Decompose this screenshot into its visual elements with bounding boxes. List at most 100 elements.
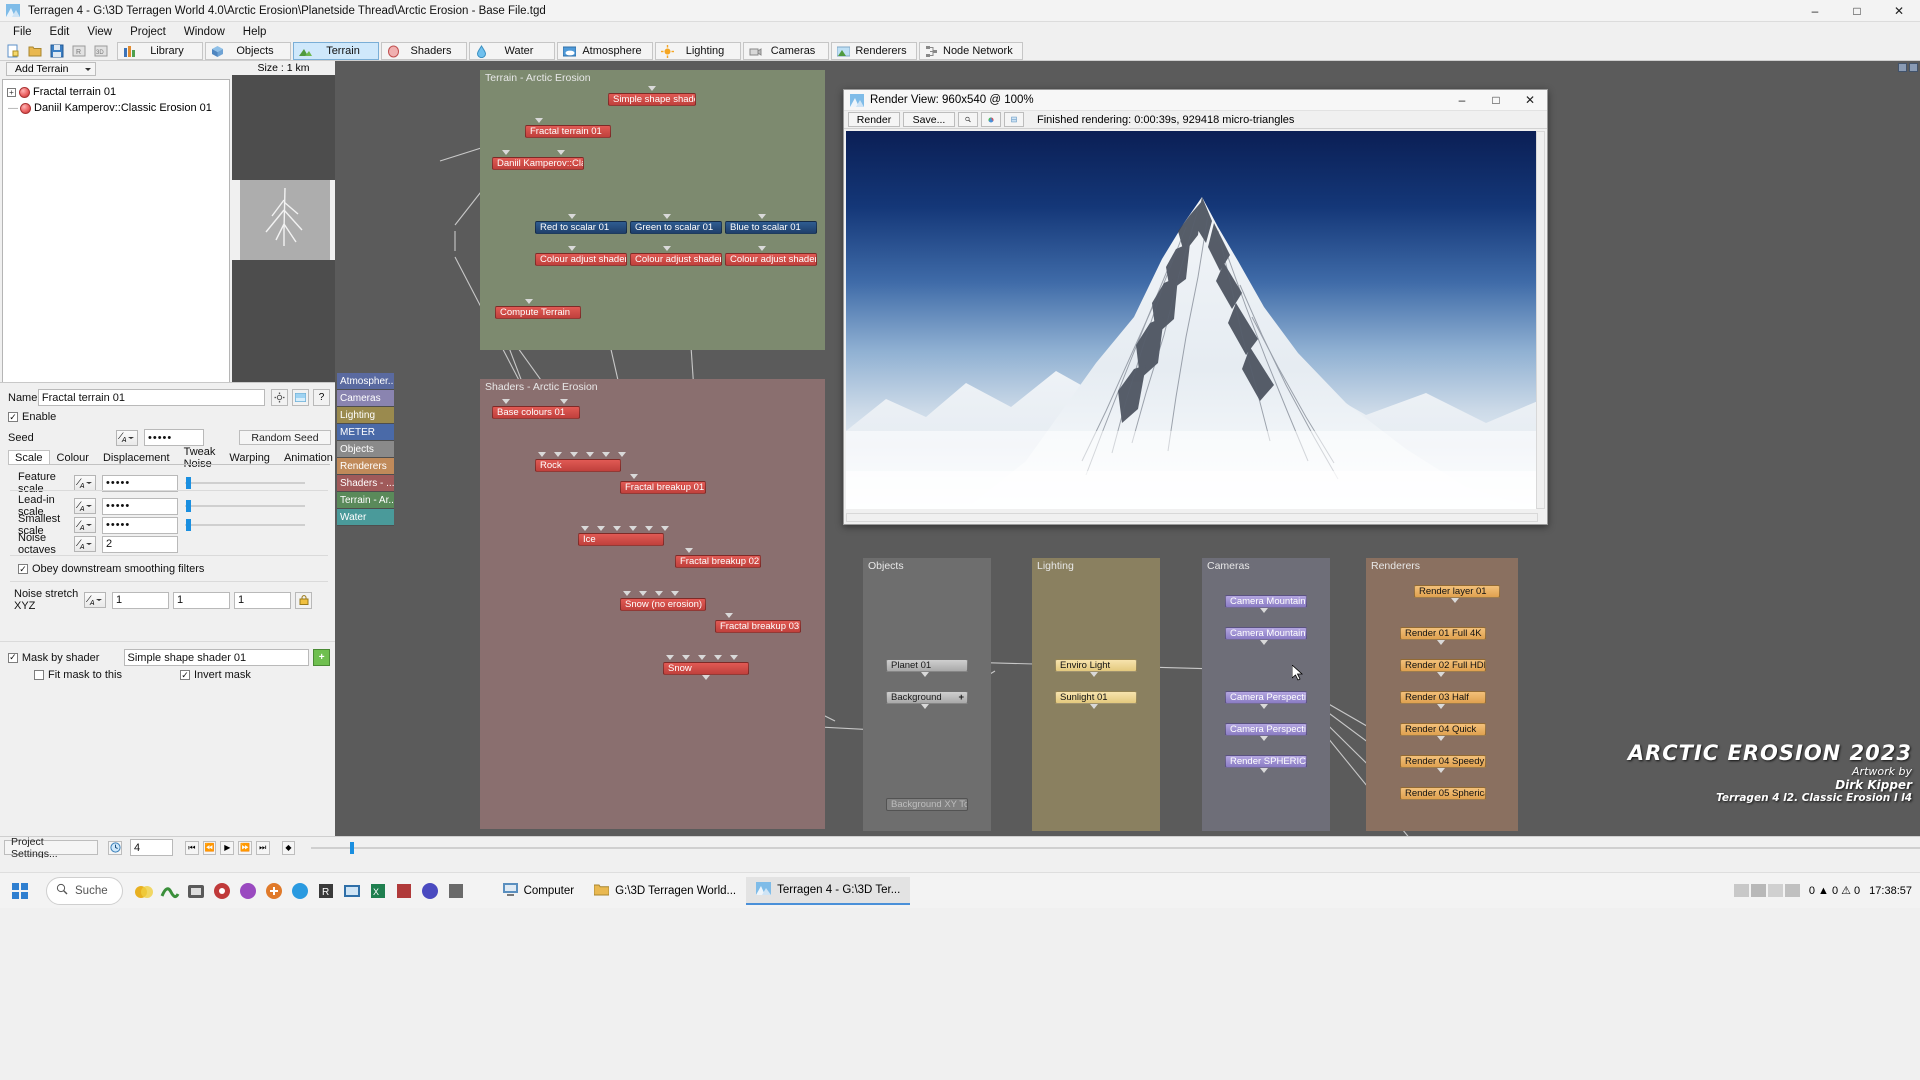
name-input[interactable]: Fractal terrain 01 — [37, 389, 266, 406]
smallest-scale-function-button[interactable]: ⁄A — [74, 517, 96, 533]
mask-by-shader-checkbox[interactable]: ✓ — [8, 652, 18, 663]
node-ice[interactable]: Ice — [578, 533, 664, 546]
smallest-scale-input[interactable]: ••••• — [102, 516, 178, 534]
toolbar-tab-lighting[interactable]: Lighting — [655, 42, 741, 60]
preview-icon[interactable] — [292, 389, 310, 406]
node-render-layer-01[interactable]: Render layer 01 — [1414, 585, 1500, 598]
node-render-03-half[interactable]: Render 03 Half — [1400, 691, 1486, 704]
bookmark-water[interactable]: Water — [337, 509, 394, 526]
app-icon-13[interactable] — [445, 880, 467, 902]
random-seed-button[interactable]: Random Seed — [239, 430, 331, 445]
gear-icon[interactable] — [271, 389, 289, 406]
app-icon-3[interactable] — [185, 880, 207, 902]
save-disk-icon[interactable] — [46, 42, 68, 60]
app-icon-2[interactable] — [159, 880, 181, 902]
bookmark-terrain[interactable]: Terrain - Ar... — [337, 492, 394, 509]
node-rock[interactable]: Rock — [535, 459, 621, 472]
app-icon-9[interactable] — [341, 880, 363, 902]
lead-in-scale-function-button[interactable]: ⁄A — [74, 498, 96, 514]
taskbar-window-explorer[interactable]: G:\3D Terragen World... — [584, 877, 746, 905]
smallest-scale-slider[interactable] — [185, 519, 305, 531]
toolbar-tab-terrain[interactable]: Terrain — [293, 42, 379, 60]
noise-stretch-x-input[interactable]: 1 — [112, 591, 169, 609]
maximize-pane-icon[interactable] — [1898, 63, 1907, 72]
seed-input[interactable]: ••••• — [144, 429, 204, 446]
maximize-button[interactable]: □ — [1836, 0, 1878, 22]
node-fractal-breakup-01[interactable]: Fractal breakup 01 — [620, 481, 706, 494]
noise-stretch-function-button[interactable]: ⁄A — [84, 592, 106, 608]
seed-function-button[interactable]: ⁄A — [116, 429, 138, 446]
app-icon-11[interactable] — [393, 880, 415, 902]
render-view-horizontal-scrollbar[interactable] — [846, 513, 1538, 522]
node-group-lighting[interactable]: Lighting Enviro Light Sunlight 01 — [1032, 558, 1160, 831]
last-frame-icon[interactable]: ⏭ — [255, 840, 270, 855]
tab-animation[interactable]: Animation — [277, 450, 340, 465]
play-icon[interactable]: ▶ — [220, 840, 235, 855]
save-button[interactable]: Save... — [903, 112, 955, 127]
noise-octaves-function-button[interactable]: ⁄A — [74, 536, 96, 552]
help-icon[interactable]: ? — [313, 389, 330, 406]
tab-scale[interactable]: Scale — [8, 450, 50, 465]
invert-mask-checkbox[interactable]: ✓ — [180, 670, 190, 680]
lead-in-scale-input[interactable]: ••••• — [102, 497, 178, 515]
prev-frame-icon[interactable]: ⏪ — [202, 840, 217, 855]
feature-scale-function-button[interactable]: ⁄A — [74, 475, 96, 491]
node-render-02-full-hdmi[interactable]: Render 02 Full HDMI — [1400, 659, 1486, 672]
node-snow[interactable]: Snow — [663, 662, 749, 675]
toolbar-tab-cameras[interactable]: Cameras — [743, 42, 829, 60]
menu-project[interactable]: Project — [121, 24, 175, 40]
node-render-05-spherical[interactable]: Render 05 Spherical — [1400, 787, 1486, 800]
node-camera-mountain[interactable]: Camera Mountain — [1225, 595, 1307, 608]
lock-icon[interactable] — [295, 591, 312, 609]
node-render-spherical[interactable]: Render SPHERICAL — [1225, 755, 1307, 768]
app-icon-4[interactable] — [211, 880, 233, 902]
render-view-close[interactable]: ✕ — [1513, 90, 1547, 111]
render-view-maximize[interactable]: □ — [1479, 90, 1513, 111]
rendered-image[interactable] — [846, 131, 1538, 509]
bookmark-lighting[interactable]: Lighting — [337, 407, 394, 424]
keyframe-icon[interactable]: ◆ — [281, 840, 296, 855]
lead-in-scale-slider[interactable] — [185, 500, 305, 512]
plus-icon[interactable]: + — [313, 649, 330, 666]
mask-shader-input[interactable]: Simple shape shader 01 — [123, 649, 310, 666]
node-group-objects[interactable]: Objects Planet 01 Background + Backgroun… — [863, 558, 991, 831]
node-sunlight-01[interactable]: Sunlight 01 — [1055, 691, 1137, 704]
magnifier-icon[interactable] — [958, 112, 978, 127]
feature-scale-input[interactable]: ••••• — [102, 474, 178, 492]
taskbar-window-computer[interactable]: Computer — [493, 877, 585, 905]
crop-icon[interactable] — [1004, 112, 1024, 127]
node-background[interactable]: Background + — [886, 691, 968, 704]
enable-checkbox[interactable]: ✓ — [8, 412, 18, 422]
noise-stretch-z-input[interactable]: 1 — [234, 591, 291, 609]
node-green-to-scalar-01[interactable]: Green to scalar 01 — [630, 221, 722, 234]
bookmark-shaders[interactable]: Shaders - ... — [337, 475, 394, 492]
toolbar-tab-shaders[interactable]: Shaders — [381, 42, 467, 60]
node-snow-no-erosion[interactable]: Snow (no erosion) — [620, 598, 706, 611]
new-file-icon[interactable] — [2, 42, 24, 60]
node-camera-perspective-1[interactable]: Camera Perspective 1 — [1225, 691, 1307, 704]
bookmark-atmosphere[interactable]: Atmospher... — [337, 373, 394, 390]
render-view-window[interactable]: Render View: 960x540 @ 100% – □ ✕ Render… — [843, 89, 1548, 525]
invert-mask-row[interactable]: ✓ Invert mask — [180, 669, 251, 681]
bookmark-cameras[interactable]: Cameras — [337, 390, 394, 407]
tree-item-fractal-terrain[interactable]: + Fractal terrain 01 — [3, 84, 229, 100]
node-render-01-full-4k[interactable]: Render 01 Full 4K — [1400, 627, 1486, 640]
app-icon-7[interactable] — [289, 880, 311, 902]
node-group-terrain[interactable]: Terrain - Arctic Erosion Simple shape sh… — [480, 70, 825, 350]
app-icon-6[interactable] — [263, 880, 285, 902]
node-fractal-breakup-03[interactable]: Fractal breakup 03 — [715, 620, 801, 633]
toolbar-tab-node-network[interactable]: Node Network — [919, 42, 1023, 60]
node-render-04-quick[interactable]: Render 04 Quick — [1400, 723, 1486, 736]
menu-file[interactable]: File — [4, 24, 41, 40]
terrain-tree[interactable]: + Fractal terrain 01 — Daniil Kamperov::… — [2, 79, 230, 393]
next-frame-icon[interactable]: ⏩ — [238, 840, 252, 855]
node-red-to-scalar-01[interactable]: Red to scalar 01 — [535, 221, 627, 234]
node-group-cameras[interactable]: Cameras Camera Mountain Camera Mountain … — [1202, 558, 1330, 831]
timeline-slider[interactable] — [311, 841, 1920, 854]
restore-pane-icon[interactable] — [1909, 63, 1918, 72]
add-terrain-button[interactable]: Add Terrain — [6, 62, 96, 76]
node-enviro-light[interactable]: Enviro Light — [1055, 659, 1137, 672]
toolbar-tab-atmosphere[interactable]: Atmosphere — [557, 42, 653, 60]
open-folder-icon[interactable] — [24, 42, 46, 60]
minimize-button[interactable]: – — [1794, 0, 1836, 22]
